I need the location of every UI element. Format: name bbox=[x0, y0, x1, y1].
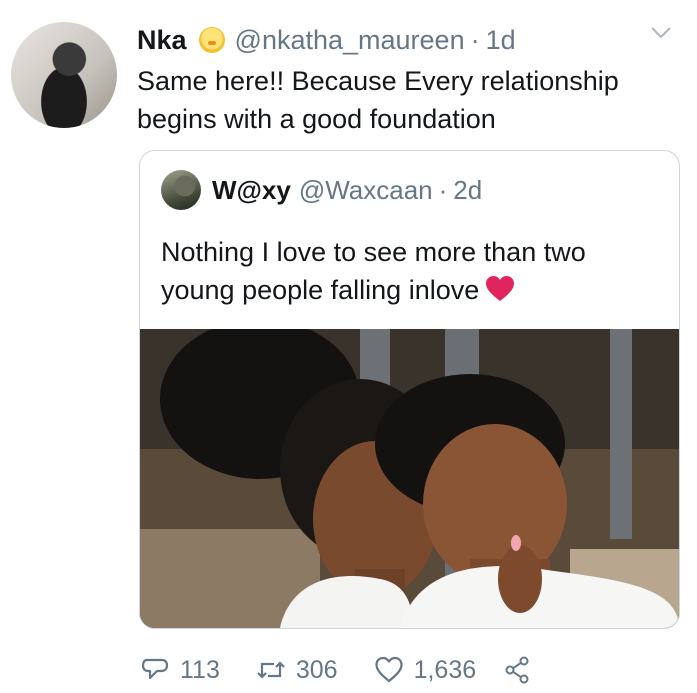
author-avatar[interactable] bbox=[11, 22, 117, 128]
quoted-tweet-text-block: Nothing I love to see more than two youn… bbox=[161, 233, 661, 309]
quoted-author-avatar bbox=[161, 170, 201, 210]
retweet-button[interactable]: 306 bbox=[256, 655, 338, 685]
red-heart-icon bbox=[486, 276, 515, 301]
chevron-down-icon[interactable] bbox=[650, 26, 672, 40]
retweet-icon bbox=[257, 661, 285, 679]
quoted-author-name: W@xy bbox=[212, 175, 291, 205]
like-button[interactable]: 1,636 bbox=[374, 655, 477, 685]
tweet-actions: 113 306 1,636 bbox=[140, 650, 568, 690]
reply-button[interactable]: 113 bbox=[140, 655, 220, 685]
reply-count: 113 bbox=[180, 655, 220, 684]
quoted-header-separator: · bbox=[438, 175, 448, 205]
couple-photo-illustration bbox=[140, 329, 679, 628]
tweet-text: Same here!! Because Every relationship b… bbox=[137, 66, 619, 134]
hatching-chick-icon bbox=[198, 27, 225, 53]
author-name[interactable]: Nka bbox=[137, 25, 187, 56]
retweet-count: 306 bbox=[295, 655, 338, 684]
quoted-tweet-photo[interactable] bbox=[140, 329, 679, 628]
quoted-tweet-timestamp: 2d bbox=[453, 175, 483, 205]
quoted-author-handle: @Waxcaan bbox=[298, 175, 433, 205]
share-button[interactable] bbox=[502, 655, 532, 685]
header-separator: · bbox=[470, 24, 480, 55]
like-icon bbox=[374, 656, 403, 683]
reply-icon bbox=[141, 658, 169, 680]
quoted-tweet[interactable]: W@xy @Waxcaan · 2d Nothing I love to see… bbox=[139, 150, 680, 629]
share-icon bbox=[505, 656, 529, 684]
quoted-tweet-text: Nothing I love to see more than two youn… bbox=[161, 237, 586, 305]
like-count: 1,636 bbox=[413, 655, 477, 684]
tweet-header: Nka @nkatha_maureen · 1d bbox=[137, 24, 516, 56]
tweet-timestamp[interactable]: 1d bbox=[486, 25, 516, 56]
author-handle[interactable]: @nkatha_maureen bbox=[235, 25, 465, 56]
quoted-tweet-header: W@xy @Waxcaan · 2d bbox=[212, 175, 482, 206]
